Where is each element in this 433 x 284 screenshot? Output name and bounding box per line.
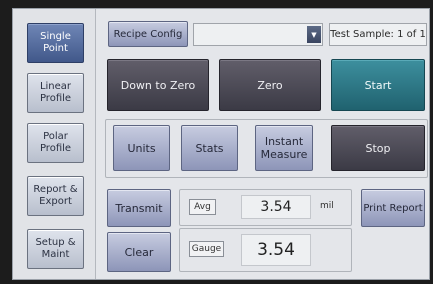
recipe-config-label: Recipe Config <box>113 28 183 40</box>
recipe-config-button[interactable]: Recipe Config <box>108 21 188 47</box>
down-to-zero-button[interactable]: Down to Zero <box>107 59 209 111</box>
start-button[interactable]: Start <box>331 59 425 111</box>
stats-button[interactable]: Stats <box>181 125 238 171</box>
sidebar-item-setup-maint[interactable]: Setup & Maint <box>27 229 84 269</box>
print-report-button[interactable]: Print Report <box>361 189 425 227</box>
sidebar-item-linear-profile[interactable]: Linear Profile <box>27 73 84 113</box>
print-report-label: Print Report <box>363 202 423 214</box>
gauge-value-display: 3.54 <box>241 234 311 266</box>
sidebar-item-label: Single Point <box>40 31 71 54</box>
sidebar-item-label: Report & Export <box>33 184 78 207</box>
sample-status-text: Test Sample: 1 of 1 <box>330 29 426 40</box>
recipe-dropdown[interactable]: ▼ <box>193 23 323 46</box>
stop-button[interactable]: Stop <box>331 125 425 171</box>
chevron-down-icon[interactable]: ▼ <box>307 26 321 43</box>
sidebar-item-label: Polar Profile <box>39 131 72 154</box>
units-button[interactable]: Units <box>113 125 170 171</box>
gauge-tag: Gauge <box>189 241 224 257</box>
app-screen: Single Point Linear Profile Polar Profil… <box>12 8 430 280</box>
down-to-zero-label: Down to Zero <box>120 78 196 92</box>
units-label: Units <box>127 141 156 155</box>
zero-button[interactable]: Zero <box>219 59 321 111</box>
stop-label: Stop <box>365 141 391 155</box>
start-label: Start <box>364 78 392 92</box>
gauge-value: 3.54 <box>257 240 295 260</box>
transmit-button[interactable]: Transmit <box>107 189 171 227</box>
stats-label: Stats <box>195 141 224 155</box>
zero-label: Zero <box>257 78 283 92</box>
instant-measure-label: Instant Measure <box>260 135 308 161</box>
sample-status: Test Sample: 1 of 1 <box>329 23 427 46</box>
clear-button[interactable]: Clear <box>107 232 171 272</box>
sidebar-item-label: Linear Profile <box>39 81 72 104</box>
avg-label: Avg <box>194 202 211 212</box>
sidebar: Single Point Linear Profile Polar Profil… <box>13 9 96 279</box>
avg-tag: Avg <box>189 199 216 215</box>
clear-label: Clear <box>124 245 154 259</box>
sidebar-item-polar-profile[interactable]: Polar Profile <box>27 123 84 163</box>
sidebar-item-label: Setup & Maint <box>35 237 76 260</box>
avg-unit: mil <box>320 201 334 211</box>
transmit-label: Transmit <box>115 201 163 215</box>
sidebar-item-single-point[interactable]: Single Point <box>27 23 84 63</box>
avg-value-display: 3.54 <box>241 195 311 219</box>
instant-measure-button[interactable]: Instant Measure <box>255 125 313 171</box>
recipe-dropdown-value <box>194 31 198 42</box>
avg-value: 3.54 <box>260 199 292 215</box>
gauge-label: Gauge <box>191 244 222 254</box>
sidebar-item-report-export[interactable]: Report & Export <box>27 176 84 216</box>
